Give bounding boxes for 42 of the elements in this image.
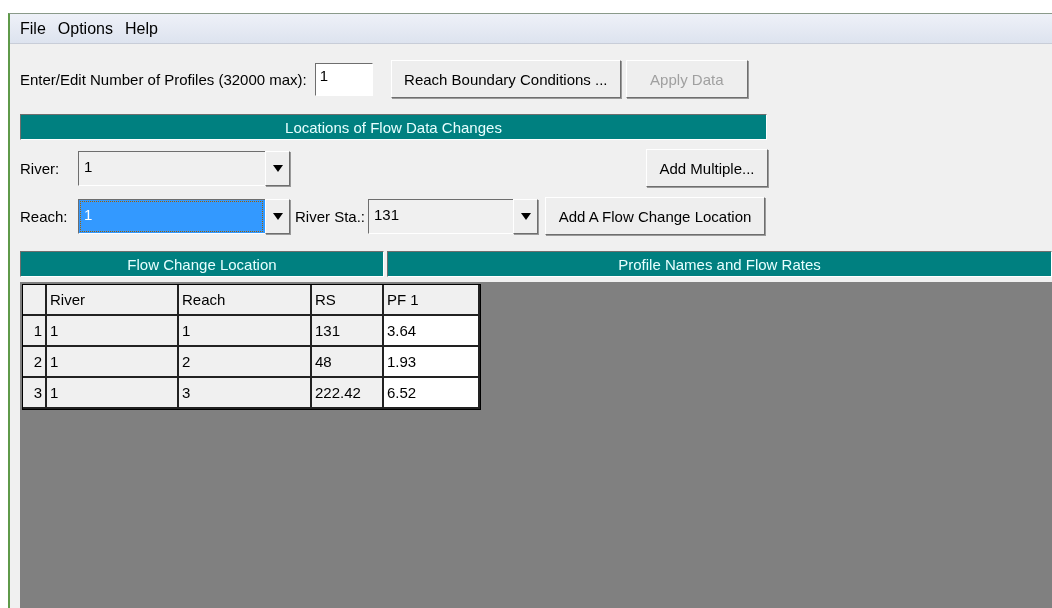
table-cell: 222.42 <box>312 378 384 409</box>
column-header[interactable]: River <box>47 285 179 316</box>
table-cell: 3 <box>179 378 312 409</box>
table-cell[interactable]: 1.93 <box>384 347 480 378</box>
table-cell[interactable]: 6.52 <box>384 378 480 409</box>
input-field[interactable]: 1 <box>314 62 373 96</box>
table-cell: 1 <box>179 316 312 347</box>
field-label: River: <box>20 159 61 177</box>
section-header: Profile Names and Flow Rates <box>387 251 1052 277</box>
row-header[interactable]: 1 <box>23 316 47 347</box>
section-header: Locations of Flow Data Changes <box>20 114 767 140</box>
caret-icon <box>520 212 531 220</box>
row-header[interactable]: 2 <box>23 347 47 378</box>
column-header[interactable]: RS <box>312 285 384 316</box>
table-cell[interactable]: 3.64 <box>384 316 480 347</box>
menu-item[interactable]: Help <box>122 19 168 38</box>
dropdown-button[interactable] <box>513 198 539 234</box>
column-header[interactable]: Reach <box>179 285 312 316</box>
caret-icon <box>272 212 283 220</box>
dropdown-button[interactable] <box>265 150 290 186</box>
row-header[interactable]: 3 <box>23 378 47 409</box>
column-header[interactable]: PF 1 <box>384 285 480 316</box>
button[interactable]: Reach Boundary Conditions ... <box>390 60 621 98</box>
button[interactable]: Add Multiple... <box>646 149 768 187</box>
menu-item[interactable]: Options <box>55 19 123 38</box>
dropdown-field[interactable]: 131 <box>368 198 514 234</box>
field-label: River Sta.: <box>295 207 366 225</box>
dropdown-field[interactable]: 1 <box>78 150 265 186</box>
caret-icon <box>272 164 283 172</box>
dropdown-button[interactable] <box>265 198 290 234</box>
table-cell: 2 <box>179 347 312 378</box>
table-cell: 1 <box>47 347 179 378</box>
table-cell: 1 <box>47 378 179 409</box>
corner-cell <box>23 285 47 316</box>
section-header: Flow Change Location <box>20 251 384 277</box>
field-label: Enter/Edit Number of Profiles (32000 max): <box>20 70 307 88</box>
menu-item[interactable]: File <box>18 19 56 38</box>
table-cell: 1 <box>47 316 179 347</box>
table-cell: 131 <box>312 316 384 347</box>
button[interactable]: Add A Flow Change Location <box>545 197 766 235</box>
field-label: Reach: <box>20 207 69 225</box>
table-cell: 48 <box>312 347 384 378</box>
